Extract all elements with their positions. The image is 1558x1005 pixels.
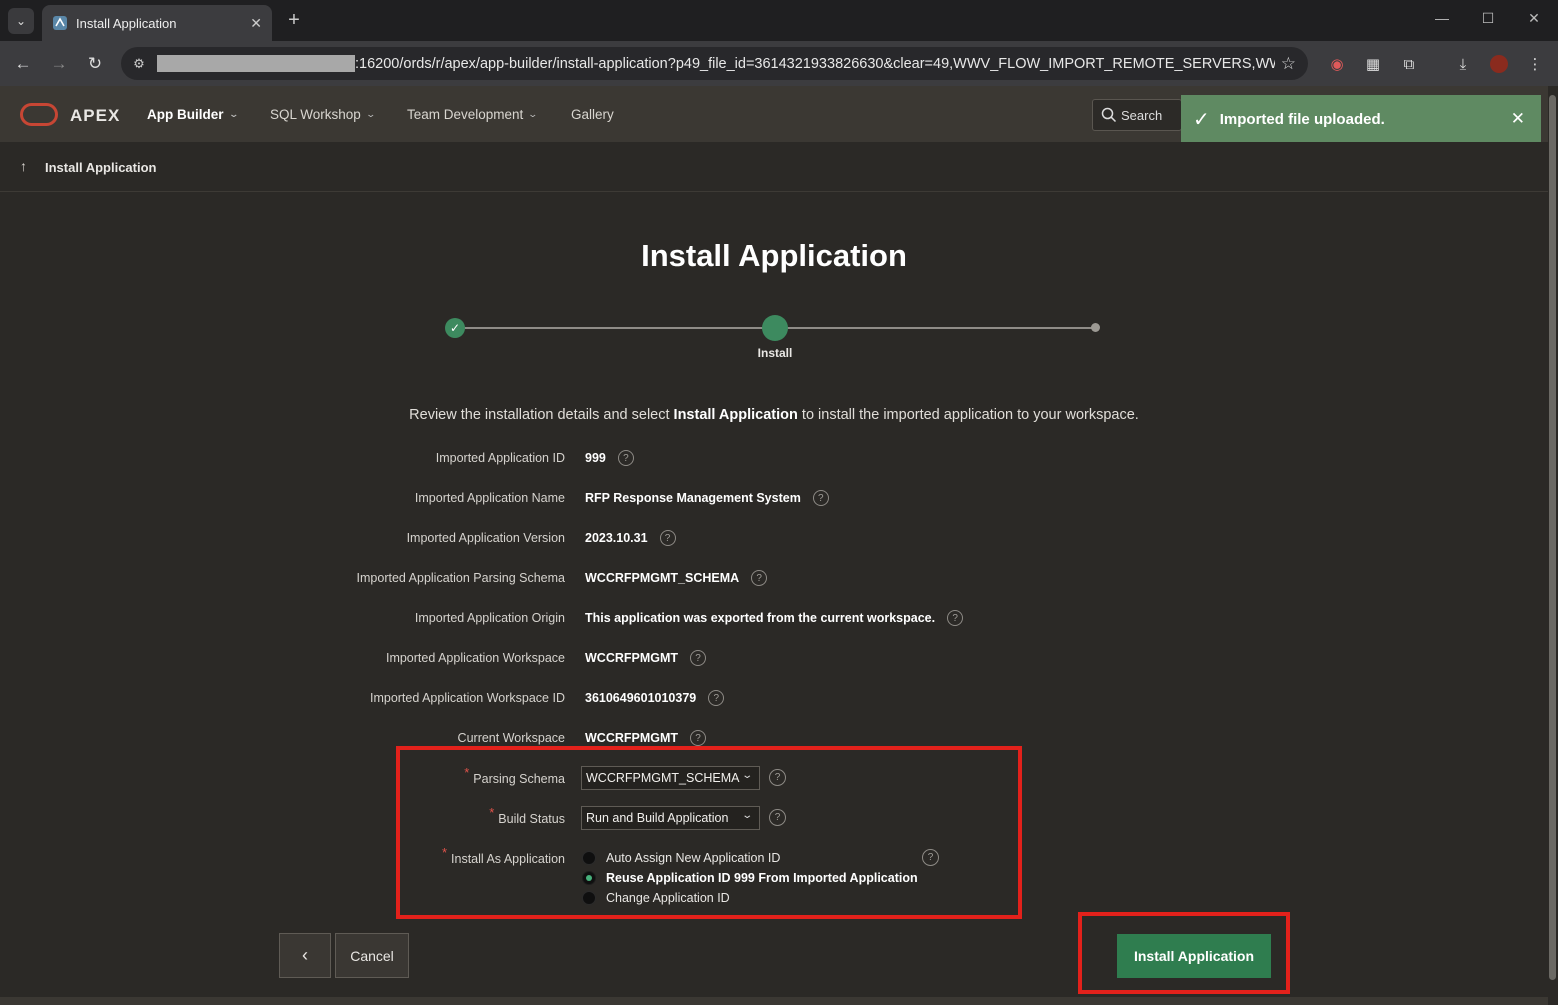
detail-label: Imported Application Origin (414, 611, 565, 625)
arrow-up-icon[interactable]: ↑ (20, 158, 27, 174)
reload-icon[interactable]: ↻ (82, 51, 108, 77)
detail-label: Imported Application Name (414, 491, 565, 505)
qr-code-icon[interactable]: ▦ (1362, 53, 1384, 75)
minimize-icon[interactable]: — (1432, 10, 1452, 26)
browser-tab-strip: ⌄ Install Application ✕ + — ☐ ✕ (0, 0, 1558, 41)
tab-close-icon[interactable]: ✕ (250, 15, 262, 32)
browser-toolbar: ← → ↻ ⚙ :16200/ords/r/apex/app-builder/i… (0, 41, 1558, 86)
browser-menu-icon[interactable]: ⋮ (1524, 53, 1546, 75)
check-icon: ✓ (1193, 108, 1210, 131)
page-title: Install Application (641, 238, 907, 273)
screen-record-icon[interactable]: ◉ (1326, 53, 1348, 75)
wizard-step-label: Install (757, 346, 793, 360)
breadcrumb-current: Install Application (45, 160, 157, 175)
oracle-logo-icon[interactable] (20, 103, 58, 126)
url-text[interactable]: :16200/ords/r/apex/app-builder/install-a… (355, 56, 1275, 72)
address-bar[interactable]: ⚙ :16200/ords/r/apex/app-builder/install… (121, 47, 1308, 80)
maximize-icon[interactable]: ☐ (1478, 10, 1498, 27)
nav-team-development[interactable]: Team Development ⌄ (407, 107, 539, 122)
wizard-track (455, 327, 775, 329)
help-icon[interactable]: ? (690, 730, 707, 746)
detail-label: Imported Application Workspace ID (369, 691, 565, 705)
scrollbar-thumb[interactable] (1549, 95, 1556, 980)
wizard-step-next (1091, 323, 1100, 332)
window-close-icon[interactable]: ✕ (1524, 10, 1544, 27)
detail-value: 3610649601010379? (585, 690, 725, 706)
help-icon[interactable]: ? (708, 690, 725, 706)
chevron-down-icon: ⌄ (365, 109, 376, 119)
wizard-step-done-check-icon: ✓ (445, 318, 465, 338)
wizard-step-current (762, 315, 788, 341)
new-tab-icon[interactable]: + (284, 9, 304, 31)
detail-value: WCCRFPMGMT_SCHEMA? (585, 570, 768, 586)
toast-message: Imported file uploaded. (1219, 110, 1385, 128)
detail-value: 999? (585, 450, 634, 466)
download-icon[interactable]: ⤓ (1452, 53, 1474, 75)
detail-value: 2023.10.31? (585, 530, 676, 546)
search-icon (1101, 107, 1117, 123)
annotation-highlight-form (396, 746, 1022, 919)
detail-value: WCCRFPMGMT? (585, 650, 707, 666)
help-icon[interactable]: ? (751, 570, 768, 586)
detail-label: Imported Application Parsing Schema (356, 571, 565, 585)
detail-value: RFP Response Management System? (585, 490, 829, 506)
help-icon[interactable]: ? (947, 610, 964, 626)
wizard-track (775, 327, 1095, 329)
browser-tab-title: Install Application (76, 15, 177, 31)
breadcrumb: ↑ Install Application (0, 142, 1548, 192)
detail-label: Imported Application Workspace (385, 651, 565, 665)
cancel-button[interactable]: Cancel (335, 933, 409, 978)
detail-label: Imported Application Version (406, 531, 565, 545)
apex-brand[interactable]: APEX (70, 106, 120, 126)
previous-button[interactable]: ‹ (279, 933, 331, 978)
tab-search-button[interactable]: ⌄ (8, 8, 34, 34)
detail-label: Imported Application ID (435, 451, 565, 465)
site-info-icon[interactable]: ⚙ (125, 50, 153, 78)
browser-tab[interactable]: Install Application ✕ (42, 5, 272, 41)
nav-gallery[interactable]: Gallery (571, 107, 614, 122)
help-icon[interactable]: ? (659, 530, 676, 546)
nav-sql-workshop[interactable]: SQL Workshop ⌄ (270, 107, 376, 122)
install-application-button[interactable]: Install Application (1117, 934, 1271, 978)
intro-text: Review the installation details and sele… (409, 407, 1139, 423)
help-icon[interactable]: ? (812, 490, 829, 506)
chevron-down-icon: ⌄ (227, 109, 239, 119)
back-arrow-icon[interactable]: ← (10, 51, 36, 77)
search-label: Search (1121, 107, 1163, 123)
success-toast: ✓ Imported file uploaded. ✕ (1181, 95, 1541, 143)
help-icon[interactable]: ? (690, 650, 707, 666)
forward-arrow-icon[interactable]: → (46, 51, 72, 77)
chevron-down-icon: ⌄ (527, 109, 539, 119)
detail-value: WCCRFPMGMT? (585, 730, 707, 746)
bottom-strip (0, 997, 1548, 1005)
nav-app-builder[interactable]: App Builder ⌄ (147, 107, 239, 122)
detail-value: This application was exported from the c… (585, 610, 964, 626)
profile-avatar[interactable] (1488, 53, 1510, 75)
detail-label: Current Workspace (457, 731, 565, 745)
bookmark-star-icon[interactable]: ☆ (1281, 54, 1296, 74)
apex-favicon-icon (53, 16, 67, 30)
toast-close-icon[interactable]: ✕ (1511, 109, 1525, 129)
extensions-icon[interactable]: ⧉ (1398, 53, 1420, 75)
search-button[interactable]: Search (1092, 99, 1182, 131)
redacted-host (157, 55, 355, 72)
help-icon[interactable]: ? (617, 450, 634, 466)
